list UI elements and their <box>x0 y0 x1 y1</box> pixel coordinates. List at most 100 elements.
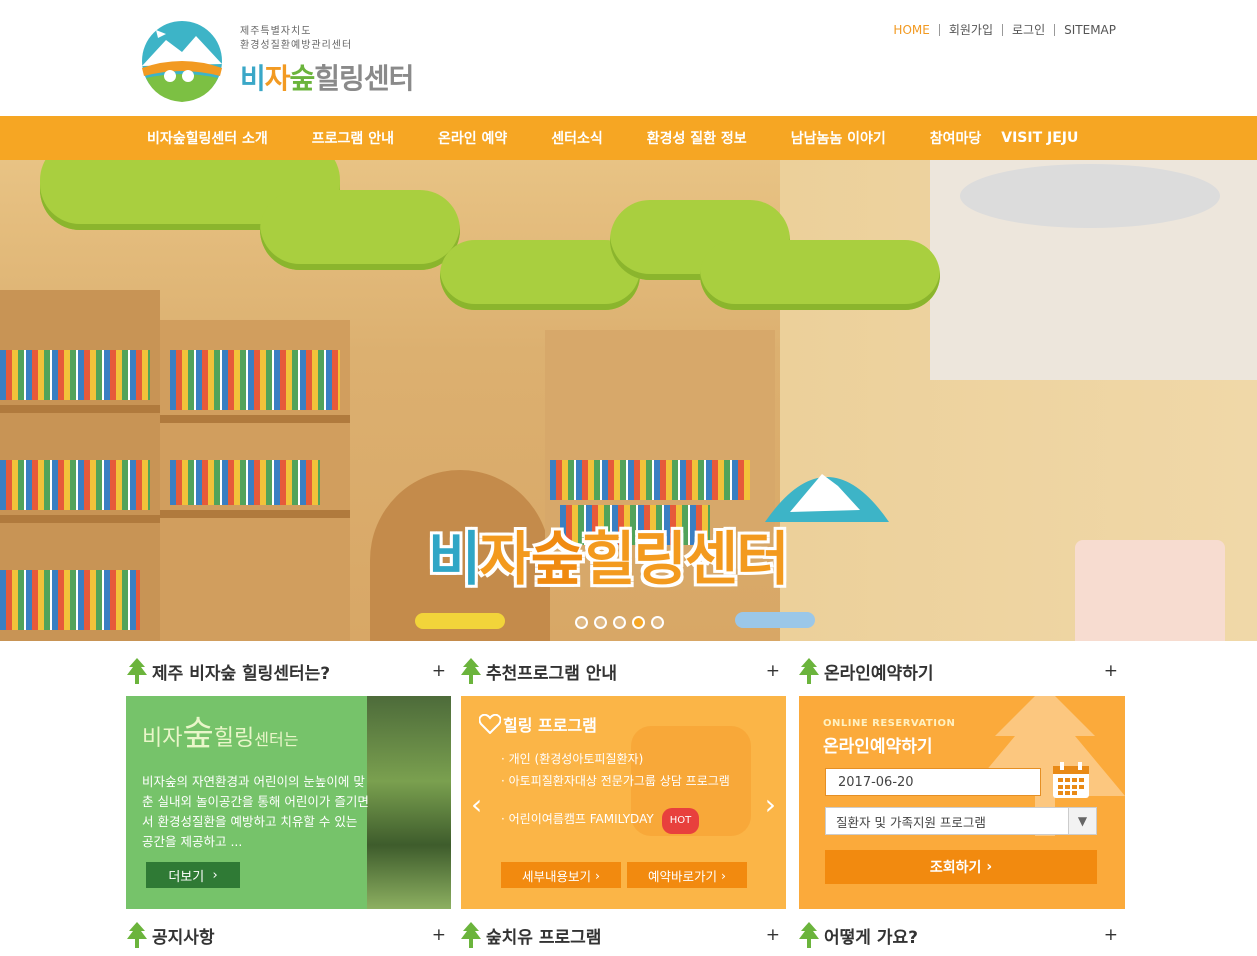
section-title: 추천프로그램 안내 <box>486 663 618 684</box>
hero-title-part: 숲 <box>530 525 584 593</box>
section-header-programs: 추천프로그램 안내 + <box>460 656 780 686</box>
about-box-title: 비자숲힐링센터는 <box>142 706 298 755</box>
slide-dot[interactable] <box>651 616 664 629</box>
search-button[interactable]: 조회하기 › <box>825 850 1097 884</box>
cushion <box>735 612 815 628</box>
more-plus-icon[interactable]: + <box>1104 925 1118 945</box>
site-logo[interactable]: 제주특별자치도 환경성질환예방관리센터 비자숲힐링센터 <box>136 18 426 104</box>
about-description: 비자숲의 자연환경과 어린이의 눈높이에 맞춘 실내외 놀이공간을 통해 어린이… <box>142 774 369 849</box>
house-shelf <box>1075 540 1225 641</box>
more-plus-icon[interactable]: + <box>766 925 780 945</box>
tree-decor <box>700 240 940 310</box>
leaf-icon <box>461 658 481 684</box>
reserve-now-button-label: 예약바로가기 <box>648 868 718 884</box>
slide-dot[interactable] <box>613 616 626 629</box>
hero-title-part: 자 <box>479 525 532 593</box>
main-nav: 비자숲힐링센터 소개 프로그램 안내 온라인 예약 센터소식 환경성 질환 정보… <box>0 116 1257 160</box>
book-row <box>0 350 150 400</box>
program-title-label: 힐링 프로그램 <box>503 716 597 735</box>
section-title: 어떻게 가요? <box>824 927 918 948</box>
program-box: 힐링 프로그램 · 개인 (환경성아토피질환자) · 아토피질환자대상 전문가그… <box>461 696 786 909</box>
book-row <box>170 350 340 410</box>
more-plus-icon[interactable]: + <box>432 925 446 945</box>
shelf-board <box>160 415 350 423</box>
leaf-icon <box>127 658 147 684</box>
shelf-board <box>0 515 160 523</box>
section-title: 제주 비자숲 힐링센터는? <box>152 663 331 684</box>
section-header-forest: 숲치유 프로그램 + <box>460 920 780 950</box>
header: 제주특별자치도 환경성질환예방관리센터 비자숲힐링센터 HOME 회원가입 로그… <box>0 0 1257 116</box>
program-select-value: 질환자 및 가족지원 프로그램 <box>836 814 986 830</box>
logo-mark-icon <box>142 21 222 102</box>
logo-subtitle-1: 제주특별자치도 <box>240 26 312 37</box>
book-row <box>170 460 320 505</box>
nav-item-community[interactable]: 참여마당 <box>930 128 982 148</box>
slide-indicators <box>575 616 664 629</box>
util-link-sitemap[interactable]: SITEMAP <box>1054 24 1125 36</box>
nav-item-disease-info[interactable]: 환경성 질환 정보 <box>647 128 747 148</box>
slide-dot-active[interactable] <box>632 616 645 629</box>
reservation-box: ONLINE RESERVATION 온라인예약하기 2017-06-20 질환… <box>799 696 1125 909</box>
util-link-home[interactable]: HOME <box>884 24 938 36</box>
about-title-part: 힐링 <box>213 726 255 751</box>
nav-item-stories[interactable]: 남남놈놈 이야기 <box>791 128 886 148</box>
nav-item-visit-jeju[interactable]: VISIT JEJU <box>1001 130 1078 146</box>
more-plus-icon[interactable]: + <box>432 661 446 681</box>
book-row <box>0 460 150 510</box>
nav-item-news[interactable]: 센터소식 <box>551 128 603 148</box>
chevron-right-icon: › <box>721 867 726 883</box>
section-header-howto: 어떻게 가요? + <box>798 920 1118 950</box>
section-header-notice: 공지사항 + <box>126 920 446 950</box>
date-input[interactable]: 2017-06-20 <box>825 768 1041 796</box>
nav-item-about[interactable]: 비자숲힐링센터 소개 <box>147 128 268 148</box>
more-plus-icon[interactable]: + <box>766 661 780 681</box>
section-header-reserve: 온라인예약하기 + <box>798 656 1118 686</box>
more-button-label: 더보기 <box>168 869 205 885</box>
logo-subtitle-2: 환경성질환예방관리센터 <box>240 40 353 51</box>
hero-title: 비자숲힐링센터 <box>428 512 790 596</box>
program-item[interactable]: · 개인 (환경성아토피질환자) <box>501 748 730 770</box>
shelf-board <box>0 405 160 413</box>
program-select[interactable]: 질환자 및 가족지원 프로그램 ▼ <box>825 807 1097 835</box>
chevron-down-icon[interactable]: ▼ <box>1068 808 1096 834</box>
next-arrow-icon[interactable]: › <box>765 788 776 821</box>
more-plus-icon[interactable]: + <box>1104 661 1118 681</box>
slide-dot[interactable] <box>575 616 588 629</box>
forest-photo <box>367 696 451 909</box>
prev-arrow-icon[interactable]: ‹ <box>471 788 482 821</box>
leaf-icon <box>799 658 819 684</box>
book-row <box>0 570 140 630</box>
slide-dot[interactable] <box>594 616 607 629</box>
nav-item-programs[interactable]: 프로그램 안내 <box>312 128 394 148</box>
heart-icon <box>479 714 501 734</box>
logo-title-part: 자 <box>264 62 291 95</box>
book-row <box>550 460 750 500</box>
util-link-login[interactable]: 로그인 <box>1002 24 1054 36</box>
nav-item-reservation[interactable]: 온라인 예약 <box>438 128 507 148</box>
program-item[interactable]: · 아토피질환자대상 전문가그룹 상담 프로그램 <box>501 770 730 792</box>
shelf-board <box>160 510 350 518</box>
logo-title-part: 비 <box>240 62 266 95</box>
section-title: 공지사항 <box>152 927 215 948</box>
util-link-signup[interactable]: 회원가입 <box>938 24 1002 36</box>
logo-title-part: 숲 <box>289 62 316 95</box>
detail-button-label: 세부내용보기 <box>522 868 592 884</box>
reserve-now-button[interactable]: 예약바로가기 › <box>627 862 747 888</box>
chevron-right-icon: › <box>212 867 218 883</box>
tree-decor <box>260 190 460 270</box>
calendar-icon[interactable] <box>1051 760 1091 800</box>
cushion <box>415 613 505 629</box>
more-button[interactable]: 더보기 › <box>146 862 240 888</box>
logo-title-part: 힐링센터 <box>314 62 414 95</box>
about-title-part: 숲 <box>182 714 214 754</box>
chevron-right-icon: › <box>595 867 600 883</box>
section-title: 온라인예약하기 <box>824 663 934 684</box>
about-title-part: 센터는 <box>254 730 299 749</box>
reservation-title: 온라인예약하기 <box>823 737 933 757</box>
detail-button[interactable]: 세부내용보기 › <box>501 862 621 888</box>
program-item[interactable]: · 어린이여름캠프 FAMILYDAY HOT <box>501 808 730 834</box>
program-item-label: · 어린이여름캠프 FAMILYDAY <box>501 812 654 826</box>
leaf-icon <box>799 922 819 948</box>
leaf-icon <box>127 922 147 948</box>
search-button-label: 조회하기 <box>929 860 982 876</box>
